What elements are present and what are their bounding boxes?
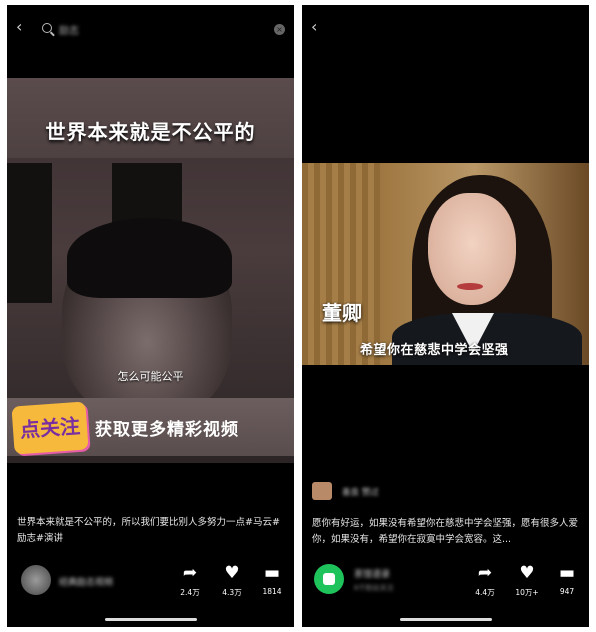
video-subtitle: 希望你在慈悲中学会坚强 [360,343,509,358]
comment-icon: ▬ [558,563,576,583]
share-count: 2.4万 [180,588,200,597]
video-overlay-title: 世界本来就是不公平的 [45,120,256,144]
author-avatar[interactable] [21,565,51,595]
comment-icon: ▬ [263,563,281,583]
home-indicator[interactable] [104,618,197,621]
author-name[interactable]: 经典励志视频 [59,575,113,588]
heart-icon: ♥ [519,563,535,583]
share-icon: ➦ [182,563,198,583]
search-icon[interactable] [42,23,52,33]
cta-text: 获取更多精彩视频 [95,420,239,440]
clear-search-icon[interactable]: × [274,24,285,35]
like-button[interactable]: ♥ 10万+ [510,563,544,598]
comment-count: 947 [559,587,575,596]
comment-button[interactable]: ▬ 947 [550,563,584,596]
speaker-name-caption: 董卿 [322,301,362,325]
home-indicator[interactable] [399,618,492,621]
like-button[interactable]: ♥ 4.3万 [215,563,249,598]
video-subtitle: 怎么可能公平 [117,370,184,383]
back-arrow-icon[interactable]: ‹ [311,19,317,35]
commenter-avatar[interactable] [312,482,332,500]
speaker-lips [457,283,483,290]
like-count: 4.3万 [222,588,242,597]
left-phone-screen: ‹ 励志 × 世界本来就是不公平的 怎么可能公平 点关注 获取更多精彩视频 世界… [7,5,294,627]
search-query-text[interactable]: 励志 [59,22,79,37]
video-background [112,163,182,223]
video-description[interactable]: 世界本来就是不公平的，所以我们要比别人多努力一点#马云#励志#演讲 [17,515,284,547]
commenter-name[interactable]: 善良 赞过 [342,486,379,498]
share-count: 4.4万 [475,588,495,597]
like-count: 10万+ [515,588,539,597]
follow-logo: 点关注 [11,401,89,455]
account-followers: 6千粉丝关注 [354,584,394,592]
back-arrow-icon[interactable]: ‹ [16,19,22,35]
account-avatar[interactable] [314,564,344,594]
comment-count: 1814 [262,587,282,596]
right-phone-screen: ‹ 董卿 希望你在慈悲中学会坚强 善良 赞过 愿你有好运，如果没有希望你在慈悲中… [302,5,589,627]
video-background [302,163,380,365]
speaker-hair [67,218,232,298]
comment-button[interactable]: ▬ 1814 [255,563,289,596]
video-player[interactable]: 世界本来就是不公平的 怎么可能公平 点关注 获取更多精彩视频 [7,78,294,463]
share-button[interactable]: ➦ 4.4万 [468,563,502,598]
video-background [7,163,52,303]
follow-cta-banner: 点关注 获取更多精彩视频 [7,398,294,456]
video-description[interactable]: 愿你有好运，如果没有希望你在慈悲中学会坚强，愿有很多人爱你，如果没有，希望你在寂… [312,516,579,548]
heart-icon: ♥ [224,563,240,583]
account-name[interactable]: 茶馆语录 [354,567,390,580]
share-button[interactable]: ➦ 2.4万 [173,563,207,598]
video-player[interactable]: 董卿 希望你在慈悲中学会坚强 [302,163,589,365]
share-icon: ➦ [477,563,493,583]
